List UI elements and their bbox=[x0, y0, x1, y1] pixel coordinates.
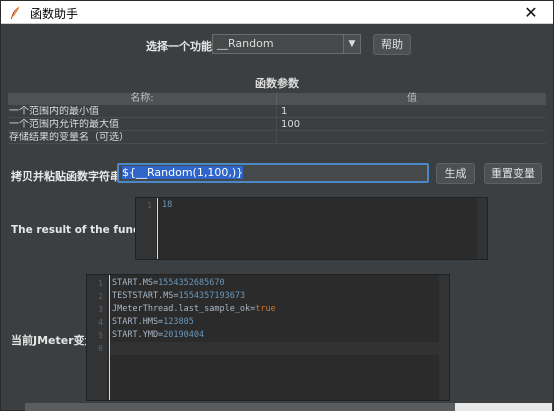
param-name-cell: 一个范围内允许的最大值 bbox=[8, 119, 277, 131]
generate-button[interactable]: 生成 bbox=[436, 163, 475, 184]
function-select-value: __Random bbox=[217, 37, 274, 50]
line-number: 5 bbox=[98, 331, 103, 340]
function-string-value: ${__Random(1,100,)} bbox=[122, 166, 244, 179]
line-number: 2 bbox=[98, 292, 103, 301]
line-number: 4 bbox=[98, 318, 103, 327]
result-line: 18 bbox=[162, 200, 173, 210]
chevron-down-icon[interactable]: ▼ bbox=[343, 35, 360, 53]
line-number-gutter: 1 2 3 4 5 6 bbox=[87, 275, 107, 400]
jmeter-variables-text-area[interactable]: 1 2 3 4 5 6 START.MS=1554352685670 TESTS… bbox=[86, 274, 450, 401]
feather-icon bbox=[8, 6, 22, 20]
param-value-cell[interactable]: 1 bbox=[280, 106, 546, 118]
column-header-name[interactable]: 名称: bbox=[8, 93, 277, 105]
param-value-cell[interactable] bbox=[280, 132, 546, 144]
table-row[interactable]: 一个范围内的最小值 1 bbox=[8, 106, 546, 118]
line-number: 1 bbox=[98, 279, 103, 288]
result-text-area[interactable]: 1 18 bbox=[135, 197, 488, 260]
gutter-divider bbox=[157, 198, 158, 259]
param-name-cell: 一个范围内的最小值 bbox=[8, 106, 277, 118]
function-select[interactable]: __Random ▼ bbox=[212, 34, 361, 54]
params-table: 名称: 值 一个范围内的最小值 1 一个范围内允许的最大值 100 存储结果的变… bbox=[8, 93, 546, 145]
param-value-cell[interactable]: 100 bbox=[280, 119, 546, 131]
reset-variables-button[interactable]: 重置变量 bbox=[484, 163, 542, 184]
result-code: 18 bbox=[160, 198, 487, 212]
function-helper-dialog: 函数助手 ✕ 选择一个功能 __Random ▼ 帮助 函数参数 名称: 值 一… bbox=[0, 0, 554, 411]
column-header-value[interactable]: 值 bbox=[278, 93, 546, 105]
line-number: 1 bbox=[147, 201, 152, 210]
table-row[interactable]: 存储结果的变量名（可选） bbox=[8, 132, 546, 144]
params-table-header: 名称: 值 bbox=[8, 93, 546, 105]
jmeter-variables-label: 当前JMeter变量 bbox=[11, 334, 96, 347]
help-button[interactable]: 帮助 bbox=[373, 34, 411, 55]
close-icon: ✕ bbox=[524, 2, 538, 22]
vertical-scrollbar[interactable] bbox=[439, 275, 449, 400]
title-bar[interactable]: 函数助手 ✕ bbox=[1, 1, 553, 24]
vertical-scrollbar[interactable] bbox=[477, 198, 487, 259]
variable-line: START.YMD=20190404 bbox=[112, 330, 205, 340]
copy-string-label: 拷贝并粘贴函数字符串 bbox=[11, 170, 121, 183]
variable-line-current bbox=[110, 342, 449, 355]
variable-line: START.HMS=123805 bbox=[112, 317, 194, 327]
line-number-gutter: 1 bbox=[136, 198, 156, 259]
variables-code: START.MS=1554352685670 TESTSTART.MS=1554… bbox=[110, 275, 449, 355]
variable-line: JMeterThread.last_sample_ok=true bbox=[112, 304, 276, 314]
function-select-label: 选择一个功能 bbox=[146, 40, 212, 53]
table-row[interactable]: 一个范围内允许的最大值 100 bbox=[8, 119, 546, 131]
variable-line: TESTSTART.MS=1554357193673 bbox=[112, 291, 246, 301]
close-button[interactable]: ✕ bbox=[509, 1, 553, 23]
background-window-edge-right bbox=[455, 403, 552, 411]
variable-line: START.MS=1554352685670 bbox=[112, 278, 225, 288]
params-title: 函数参数 bbox=[255, 77, 299, 90]
line-number: 6 bbox=[98, 344, 103, 353]
param-name-cell: 存储结果的变量名（可选） bbox=[8, 132, 277, 144]
function-string-field[interactable]: ${__Random(1,100,)} bbox=[117, 163, 429, 183]
background-window-edge bbox=[25, 403, 455, 411]
window-title: 函数助手 bbox=[30, 7, 79, 21]
line-number: 3 bbox=[98, 305, 103, 314]
